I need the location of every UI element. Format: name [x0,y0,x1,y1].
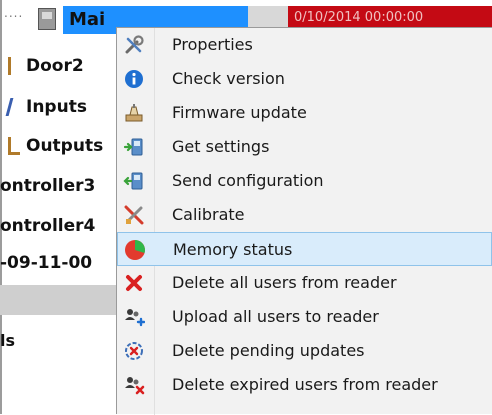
menu-item-label: Check version [172,69,285,88]
tree-node-label: ls [0,331,16,350]
menu-item-label: Get settings [172,137,270,156]
menu-item-label: Delete expired users from reader [172,375,438,394]
menu-item-send-configuration[interactable]: Send configuration [117,164,492,198]
menu-item-label: Upload all users to reader [172,307,379,326]
tools-icon [123,34,145,56]
firmware-icon [123,102,145,124]
inputs-icon [5,98,23,116]
delete-pending-icon [123,340,145,362]
tree-node-door2[interactable]: Door2 [8,51,84,81]
tree-node-partial[interactable]: ls [0,326,15,356]
menu-item-label: Properties [172,35,253,54]
delete-x-icon [123,272,145,294]
get-settings-icon [123,136,145,158]
tree-node-controller4[interactable]: ontroller4 [0,211,95,241]
tree-node-timestamp[interactable]: -09-11-00 [0,248,92,278]
menu-item-label: Firmware update [172,103,307,122]
tree-connector: .... [4,6,24,20]
status-cell-text: 0/10/2014 00:00:00 [294,10,424,25]
menu-item-delete-expired-users[interactable]: Delete expired users from reader [117,368,492,402]
menu-item-label: Delete pending updates [172,341,365,360]
tree-node-label: Inputs [26,97,87,117]
menu-item-label: Delete all users from reader [172,273,397,292]
info-icon [123,68,145,90]
tree-node-label: Outputs [26,136,104,156]
menu-item-properties[interactable]: Properties [117,28,492,62]
menu-item-label: Calibrate [172,205,245,224]
menu-item-calibrate[interactable]: Calibrate [117,198,492,232]
tree-node-label: ontroller3 [0,176,96,196]
menu-item-delete-pending-updates[interactable]: Delete pending updates [117,334,492,368]
tree-node-controller3[interactable]: ontroller3 [0,171,95,201]
selected-node-label: Mai [69,9,106,30]
menu-item-firmware-update[interactable]: Firmware update [117,96,492,130]
tree-node-label: Door2 [26,56,84,76]
menu-item-label: Send configuration [172,171,324,190]
tree-node-label: ontroller4 [0,216,96,236]
menu-item-check-version[interactable]: Check version [117,62,492,96]
memory-pie-icon [124,239,146,261]
users-upload-icon [123,306,145,328]
outputs-icon [8,137,20,155]
menu-item-delete-all-users[interactable]: Delete all users from reader [117,266,492,300]
tree-node-label: -09-11-00 [0,253,93,273]
tree-node-inputs[interactable]: Inputs [5,92,87,122]
tree-node-outputs[interactable]: Outputs [8,131,103,161]
context-menu: Properties Check version Firmware update [116,27,492,415]
users-delete-icon [123,374,145,396]
menu-item-upload-all-users[interactable]: Upload all users to reader [117,300,492,334]
controller-icon [38,8,56,30]
calibrate-icon [123,204,145,226]
door-icon [8,57,20,75]
menu-item-memory-status[interactable]: Memory status [117,232,492,266]
tree-separator-band [0,285,118,315]
send-configuration-icon [123,170,145,192]
menu-item-label: Memory status [173,240,293,259]
menu-item-get-settings[interactable]: Get settings [117,130,492,164]
